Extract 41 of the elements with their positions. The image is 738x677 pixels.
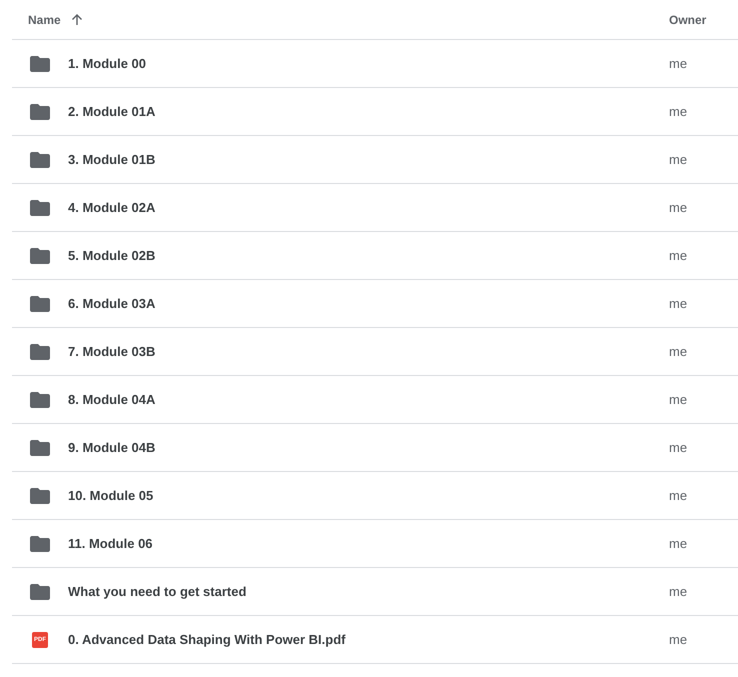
folder-icon xyxy=(30,248,50,264)
owner-cell-text: me xyxy=(669,390,688,409)
folder-icon xyxy=(30,536,50,552)
file-name[interactable]: 9. Module 04B xyxy=(68,438,156,458)
file-name[interactable]: 3. Module 01B xyxy=(68,150,156,170)
file-name[interactable]: 0. Advanced Data Shaping With Power BI.pdf xyxy=(68,630,346,650)
column-header[interactable]: Name xyxy=(28,10,61,28)
owner-cell-text: me xyxy=(669,54,688,73)
file-name[interactable]: What you need to get started xyxy=(68,582,246,602)
file-name[interactable]: 4. Module 02A xyxy=(68,198,156,218)
folder-icon xyxy=(30,104,50,120)
folder-icon xyxy=(30,56,50,72)
file-name[interactable]: 1. Module 00 xyxy=(68,54,146,74)
arrow-up-icon[interactable] xyxy=(70,14,83,26)
owner-cell-text: me xyxy=(669,630,688,649)
file-name[interactable]: 7. Module 03B xyxy=(68,342,156,362)
owner-cell-text: me xyxy=(669,342,688,361)
owner-cell-text: me xyxy=(669,534,688,553)
owner-cell-text: me xyxy=(669,438,688,457)
owner-cell-text: me xyxy=(669,102,688,121)
owner-cell-text: me xyxy=(669,582,688,601)
file-name[interactable]: 2. Module 01A xyxy=(68,102,156,122)
owner-cell-text: me xyxy=(669,150,688,169)
column-header[interactable]: Owner xyxy=(669,10,706,28)
file-name[interactable]: 11. Module 06 xyxy=(68,534,153,554)
folder-icon xyxy=(30,152,50,168)
folder-icon xyxy=(30,200,50,216)
folder-icon xyxy=(30,584,50,600)
folder-icon xyxy=(30,440,50,456)
owner-cell-text: me xyxy=(669,198,688,217)
folder-icon xyxy=(30,488,50,504)
owner-cell-text: me xyxy=(669,246,688,265)
file-name[interactable]: 5. Module 02B xyxy=(68,246,156,266)
file-name[interactable]: 6. Module 03A xyxy=(68,294,156,314)
file-name[interactable]: 10. Module 05 xyxy=(68,486,154,506)
folder-icon xyxy=(30,296,50,312)
file-name[interactable]: 8. Module 04A xyxy=(68,390,156,410)
owner-cell-text: me xyxy=(669,486,688,505)
folder-icon xyxy=(30,392,50,408)
owner-cell-text: me xyxy=(669,294,688,313)
folder-icon xyxy=(30,344,50,360)
